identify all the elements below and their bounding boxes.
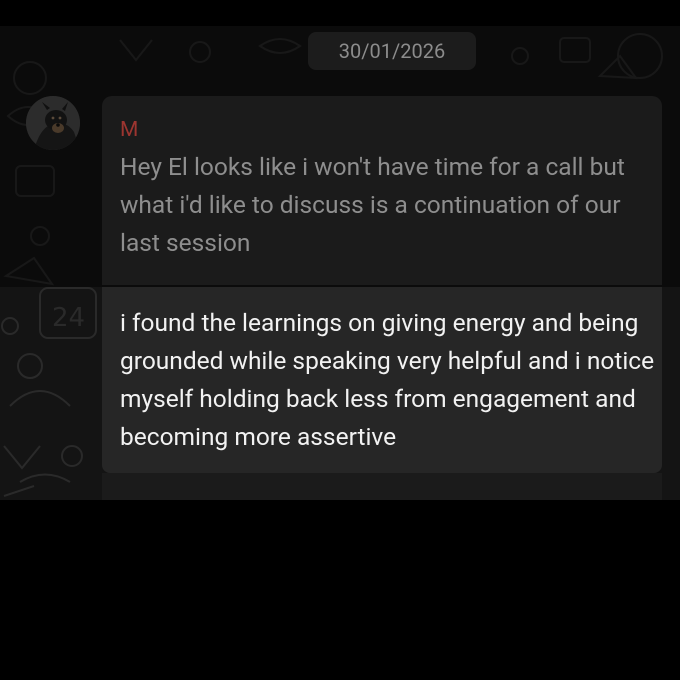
sender-name: M <box>120 118 139 142</box>
dog-photo-avatar-icon <box>26 96 80 150</box>
message-text: i found the learnings on giving energy a… <box>120 308 655 451</box>
chat-screen: 24 30/01/2026 M Hey El looks like i won'… <box>0 0 680 680</box>
chat-area[interactable]: 24 30/01/2026 M Hey El looks like i won'… <box>0 26 680 500</box>
message-bubble-highlighted[interactable]: i found the learnings on giving energy a… <box>102 287 662 473</box>
bubble-footer <box>102 473 662 500</box>
sender-avatar[interactable] <box>26 96 80 150</box>
message-text: Hey El looks like i won't have time for … <box>120 152 625 257</box>
date-separator: 30/01/2026 <box>308 32 476 70</box>
message-bubble[interactable]: M Hey El looks like i won't have time fo… <box>102 96 662 285</box>
svg-text:24: 24 <box>52 303 85 333</box>
